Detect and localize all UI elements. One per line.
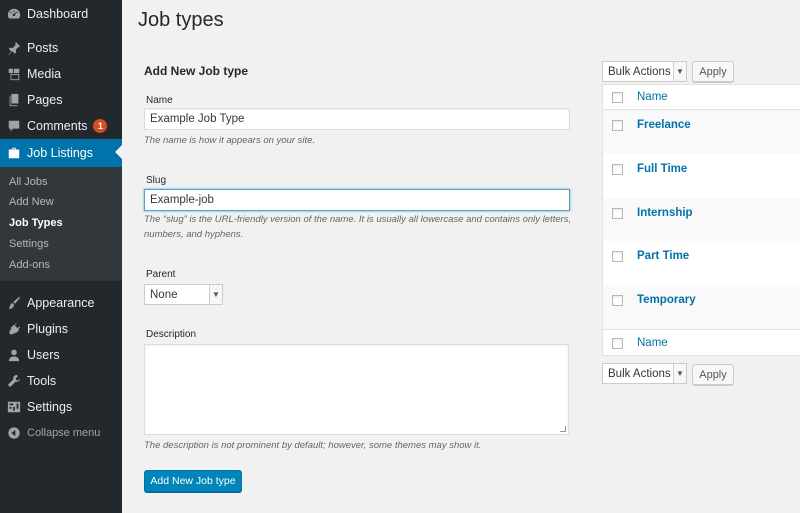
pin-icon — [7, 41, 21, 55]
brush-icon — [7, 296, 21, 310]
submenu-add-ons[interactable]: Add-ons — [9, 259, 50, 271]
term-link[interactable]: Internship — [637, 207, 693, 219]
menu-label: Posts — [27, 41, 59, 55]
name-label: Name — [146, 95, 173, 106]
table-header-row: Name — [603, 85, 800, 110]
resize-grip-icon[interactable] — [560, 426, 566, 432]
media-icon — [7, 67, 21, 81]
description-hint: The description is not prominent by defa… — [144, 440, 482, 451]
menu-dashboard[interactable]: Dashboard — [0, 1, 122, 27]
bulk-actions-select-top[interactable]: Bulk Actions ▼ — [602, 61, 687, 82]
table-row: Full Time — [603, 154, 800, 198]
parent-select[interactable]: None ▼ — [144, 284, 223, 305]
term-link[interactable]: Freelance — [637, 119, 691, 131]
add-new-job-type-button[interactable]: Add New Job type — [144, 470, 242, 492]
description-textarea[interactable] — [144, 344, 569, 435]
select-all-checkbox[interactable] — [612, 92, 623, 103]
chevron-down-icon: ▼ — [673, 62, 686, 81]
bulk-actions-select-bottom[interactable]: Bulk Actions ▼ — [602, 363, 687, 384]
slug-label: Slug — [146, 175, 167, 186]
menu-pages[interactable]: Pages — [0, 87, 122, 113]
bulk-actions-value: Bulk Actions — [608, 65, 671, 78]
table-row: Internship — [603, 198, 800, 241]
row-checkbox[interactable] — [612, 251, 623, 262]
slug-hint-line-2: numbers, and hyphens. — [144, 229, 244, 240]
menu-label: Job Listings — [27, 146, 94, 160]
row-checkbox[interactable] — [612, 208, 623, 219]
name-input[interactable] — [144, 108, 570, 130]
menu-job-listings[interactable]: Job Listings — [0, 139, 122, 167]
bulk-actions-value: Bulk Actions — [608, 367, 671, 380]
menu-users[interactable]: Users — [0, 342, 122, 368]
row-checkbox[interactable] — [612, 120, 623, 131]
comment-icon — [7, 119, 21, 133]
menu-label: Comments — [27, 119, 88, 133]
menu-tools[interactable]: Tools — [0, 368, 122, 394]
apply-button-bottom[interactable]: Apply — [692, 364, 734, 385]
job-listings-submenu: All Jobs Add New Job Types Settings Add-… — [0, 167, 122, 281]
menu-comments[interactable]: Comments 1 — [0, 113, 122, 139]
term-link[interactable]: Full Time — [637, 163, 687, 175]
table-row: Freelance — [603, 110, 800, 154]
dashboard-icon — [7, 7, 21, 21]
submenu-job-types[interactable]: Job Types — [9, 217, 63, 229]
menu-label: Dashboard — [27, 7, 89, 21]
admin-sidebar: Dashboard Posts Media Pages Comments 1 J… — [0, 0, 122, 513]
submenu-settings[interactable]: Settings — [9, 238, 49, 250]
column-footer-name[interactable]: Name — [637, 337, 668, 349]
term-link[interactable]: Temporary — [637, 294, 696, 306]
collapse-label: Collapse menu — [27, 427, 101, 439]
menu-plugins[interactable]: Plugins — [0, 316, 122, 342]
form-heading: Add New Job type — [144, 64, 249, 78]
slug-input[interactable] — [144, 189, 570, 211]
job-types-table: Name Freelance Full Time Internship Part… — [602, 84, 800, 356]
menu-media[interactable]: Media — [0, 61, 122, 87]
name-hint: The name is how it appears on your site. — [144, 135, 316, 146]
pages-icon — [7, 93, 21, 107]
chevron-down-icon: ▼ — [209, 285, 222, 304]
page-title: Job types — [138, 9, 224, 31]
collapse-menu-button[interactable]: Collapse menu — [0, 420, 122, 446]
user-icon — [7, 348, 21, 362]
chevron-down-icon: ▼ — [673, 364, 686, 383]
table-footer-row: Name — [603, 329, 800, 356]
menu-posts[interactable]: Posts — [0, 35, 122, 61]
menu-settings[interactable]: Settings — [0, 394, 122, 420]
plugin-icon — [7, 322, 21, 336]
select-all-checkbox-footer[interactable] — [612, 338, 623, 349]
menu-label: Pages — [27, 93, 63, 107]
menu-label: Users — [27, 348, 60, 362]
parent-select-value: None — [150, 288, 178, 301]
collapse-arrow-icon — [7, 426, 21, 440]
wrench-icon — [7, 374, 21, 388]
table-row: Temporary — [603, 285, 800, 329]
menu-label: Tools — [27, 374, 57, 388]
column-header-name[interactable]: Name — [637, 91, 668, 103]
row-checkbox[interactable] — [612, 164, 623, 175]
comment-count-badge: 1 — [93, 119, 108, 133]
term-link[interactable]: Part Time — [637, 250, 689, 262]
slug-hint-line-1: The “slug” is the URL-friendly version o… — [144, 214, 572, 225]
submenu-all-jobs[interactable]: All Jobs — [9, 176, 48, 188]
parent-label: Parent — [146, 269, 176, 280]
menu-appearance[interactable]: Appearance — [0, 290, 122, 316]
row-checkbox[interactable] — [612, 295, 623, 306]
menu-label: Settings — [27, 400, 73, 414]
menu-label: Media — [27, 67, 62, 81]
description-label: Description — [146, 329, 197, 340]
settings-icon — [7, 400, 21, 414]
menu-label: Appearance — [27, 296, 95, 310]
submenu-add-new[interactable]: Add New — [9, 196, 54, 208]
table-row: Part Time — [603, 241, 800, 285]
menu-label: Plugins — [27, 322, 68, 336]
apply-button-top[interactable]: Apply — [692, 61, 734, 82]
briefcase-icon — [7, 146, 21, 160]
